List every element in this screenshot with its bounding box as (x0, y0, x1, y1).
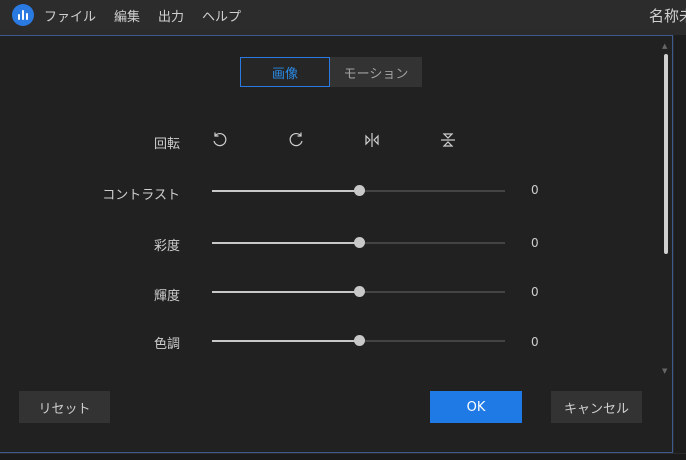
brightness-slider-fill (212, 291, 359, 293)
tab-image[interactable]: 画像 (240, 57, 330, 87)
brightness-slider[interactable] (212, 286, 505, 297)
tab-bar: 画像 モーション (240, 57, 422, 87)
menu-file[interactable]: ファイル (44, 6, 96, 25)
contrast-value: 0 (531, 183, 539, 197)
ok-button[interactable]: OK (430, 391, 522, 423)
hue-value: 0 (531, 335, 539, 349)
reset-button[interactable]: リセット (19, 391, 110, 423)
menu-edit[interactable]: 編集 (114, 6, 140, 25)
scroll-down-icon[interactable]: ▼ (662, 367, 667, 375)
hue-slider-thumb[interactable] (353, 335, 365, 346)
saturation-slider-fill (212, 242, 359, 244)
tab-motion[interactable]: モーション (330, 57, 422, 87)
hue-label: 色調 (153, 337, 180, 352)
contrast-slider-thumb[interactable] (353, 185, 365, 196)
scrollbar-thumb[interactable] (664, 54, 668, 254)
contrast-label: コントラスト (102, 188, 180, 203)
saturation-label: 彩度 (153, 239, 180, 254)
image-settings-dialog: 画像 モーション 回転 コントラスト 0 彩度 0 輝度 0 色調 0 ▲ ▼ … (0, 35, 673, 453)
saturation-slider[interactable] (212, 237, 505, 248)
cancel-button[interactable]: キャンセル (551, 391, 642, 423)
brightness-label: 輝度 (153, 289, 180, 304)
contrast-slider-fill (212, 190, 359, 192)
brightness-value: 0 (531, 285, 539, 299)
rotation-label: 回転 (153, 137, 180, 152)
saturation-value: 0 (531, 236, 539, 250)
bottom-edge (0, 454, 686, 460)
hue-slider-fill (212, 340, 359, 342)
menu-bar: ファイル 編集 出力 ヘルプ 名称未 (0, 0, 686, 30)
app-logo (12, 4, 34, 26)
rotate-left-icon[interactable] (210, 130, 230, 150)
saturation-slider-thumb[interactable] (353, 237, 365, 248)
rotate-right-icon[interactable] (286, 130, 306, 150)
menu-help[interactable]: ヘルプ (202, 6, 241, 25)
scroll-up-icon[interactable]: ▲ (662, 42, 667, 50)
flip-horizontal-icon[interactable] (362, 130, 382, 150)
hue-slider[interactable] (212, 335, 505, 346)
menu-output[interactable]: 出力 (158, 6, 184, 25)
contrast-slider[interactable] (212, 185, 505, 196)
right-panel-edge (674, 35, 686, 453)
brightness-slider-thumb[interactable] (353, 286, 365, 297)
flip-vertical-icon[interactable] (438, 130, 458, 150)
document-title: 名称未 (648, 7, 686, 25)
